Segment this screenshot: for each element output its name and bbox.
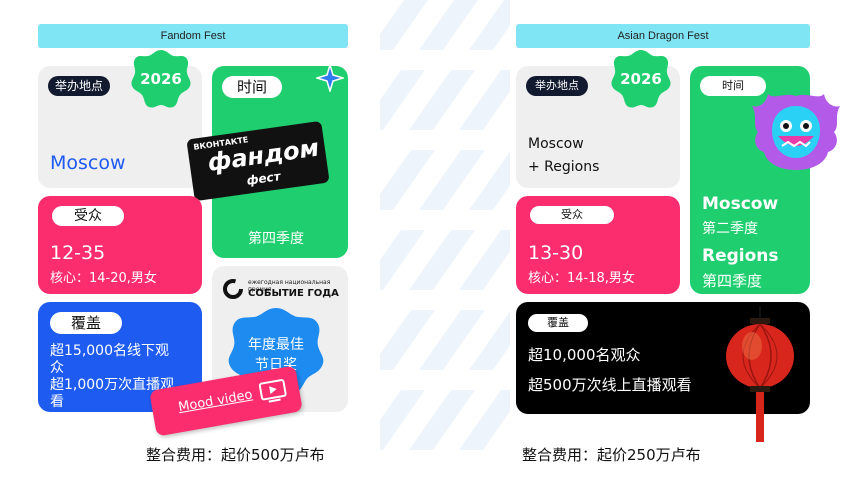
fee-text: 整合费用：起价250万卢布 [522, 446, 701, 464]
coverage-line2: 超500万次线上直播观看 [528, 376, 692, 394]
audience-tile: 受众 12-35 核心：14-20,男女 [38, 196, 202, 294]
panel-header: Fandom Fest [38, 24, 348, 48]
dragon-icon [748, 86, 844, 182]
time-city1: Moscow [702, 194, 779, 214]
mood-video-label[interactable]: Mood video [177, 387, 253, 415]
play-video-icon[interactable] [257, 377, 289, 405]
time-city2: Regions [702, 246, 779, 266]
coverage-label: 覆盖 [528, 314, 588, 332]
award-logo-main: СОБЫТИЕ ГОДА [248, 288, 339, 299]
lantern-icon [722, 306, 798, 446]
venue-label: 举办地点 [48, 76, 110, 96]
audience-range: 13-30 [528, 242, 584, 264]
audience-core: 核心：14-18,男女 [528, 271, 635, 286]
time-season1: 第二季度 [702, 221, 758, 237]
coverage-line1: 超15,000名线下观 [50, 343, 169, 359]
venue-label: 举办地点 [526, 76, 588, 96]
year-badge-text: 2026 [620, 70, 662, 88]
year-badge-text: 2026 [140, 70, 182, 88]
background-stripes [380, 0, 510, 483]
year-badge: 2026 [130, 48, 192, 110]
venue-line1: Moscow [528, 136, 584, 152]
venue-value: Moscow [50, 152, 126, 174]
award-text-line1: 年度最佳 [248, 337, 304, 353]
coverage-line1: 超10,000名观众 [528, 346, 641, 364]
time-label: 时间 [222, 76, 282, 98]
award-ring-icon [222, 278, 244, 300]
coverage-label: 覆盖 [50, 312, 122, 334]
time-season2: 第四季度 [702, 272, 763, 290]
sparkle-icon [314, 62, 346, 94]
year-badge: 2026 [610, 48, 672, 110]
audience-range: 12-35 [50, 242, 106, 264]
fee-text: 整合费用：起价500万卢布 [146, 446, 325, 464]
panel-header: Asian Dragon Fest [516, 24, 810, 48]
audience-label: 受众 [530, 206, 614, 224]
audience-core: 核心：14-20,男女 [50, 271, 157, 286]
audience-tile: 受众 13-30 核心：14-18,男女 [516, 196, 680, 294]
coverage-line4: 看 [50, 394, 64, 410]
time-value: 第四季度 [248, 231, 304, 247]
venue-line2: + Regions [528, 159, 600, 175]
audience-label: 受众 [52, 206, 124, 226]
